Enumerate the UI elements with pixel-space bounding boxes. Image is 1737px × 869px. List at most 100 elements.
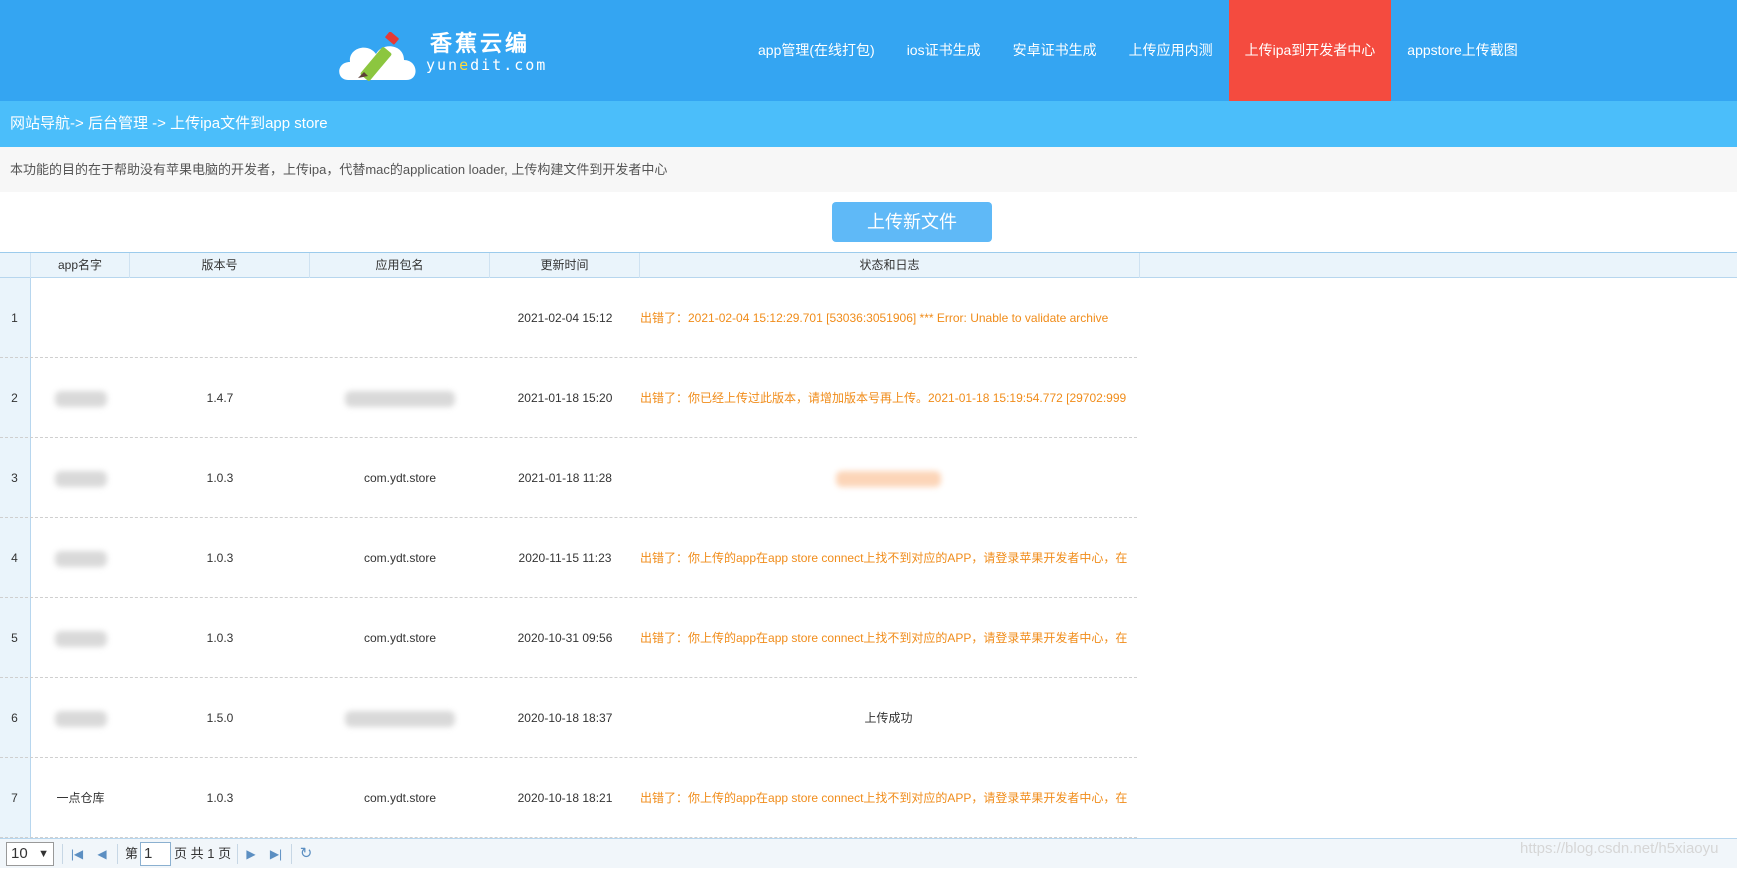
- table-row[interactable]: 3 1.0.3 com.ydt.store 2021-01-18 11:28: [0, 438, 1137, 518]
- update-time-cell: 2020-10-31 09:56: [517, 631, 613, 645]
- nav-item-5[interactable]: appstore上传截图: [1391, 0, 1533, 101]
- page-size-select[interactable]: 10 ▼: [6, 842, 54, 866]
- breadcrumb-separator: ->: [147, 115, 171, 132]
- redacted-text: [54, 710, 107, 727]
- version-cell: 1.0.3: [206, 471, 234, 485]
- update-time-cell: 2021-01-18 11:28: [518, 471, 612, 485]
- status-log-cell: 出错了：2021-02-04 15:12:29.701 [53036:30519…: [640, 311, 1109, 325]
- page-label-prefix: 第: [125, 846, 139, 861]
- table-row[interactable]: 2 1.4.7 2021-01-18 15:20 出错了：你已经上传过此版本，请增加版…: [0, 358, 1137, 438]
- table-row[interactable]: 1 2021-02-04 15:12 出错了：2021-02-04 15:12:29…: [0, 278, 1137, 358]
- divider: [291, 844, 292, 864]
- version-cell: 1.4.7: [206, 391, 234, 405]
- header-package[interactable]: 应用包名: [310, 253, 490, 278]
- cloud-pencil-icon: [339, 32, 416, 81]
- first-page-icon[interactable]: |◀: [68, 844, 86, 864]
- page-total-label: 页 共 1 页: [174, 846, 232, 861]
- header-app-name[interactable]: app名字: [31, 253, 130, 278]
- nav-item-3[interactable]: 上传应用内测: [1113, 0, 1229, 101]
- row-number: 5: [11, 631, 18, 645]
- version-cell: 1.0.3: [206, 631, 234, 645]
- status-log-cell: 出错了：你已经上传过此版本，请增加版本号再上传。2021-01-18 15:19…: [640, 391, 1127, 405]
- package-cell: com.ydt.store: [363, 791, 437, 805]
- brand-logo[interactable]: 香蕉云编 yunedit.com: [334, 22, 545, 82]
- status-log-cell: 出错了：你上传的app在app store connect上找不到对应的APP，…: [640, 551, 1128, 565]
- package-cell: [310, 678, 490, 758]
- table-row[interactable]: 4 1.0.3 com.ydt.store 2020-11-15 11:23 出错了：你…: [0, 518, 1137, 598]
- version-cell: 1.0.3: [206, 791, 234, 805]
- redacted-text: [54, 390, 107, 407]
- last-page-icon[interactable]: ▶|: [267, 844, 285, 864]
- redacted-text: [54, 630, 107, 647]
- upload-history-table: app名字 版本号 应用包名 更新时间 状态和日志 1 2021-02-04 15…: [0, 252, 1737, 838]
- version-cell: 1.0.3: [206, 551, 234, 565]
- update-time-cell: 2021-02-04 15:12: [517, 311, 613, 325]
- feature-description: 本功能的目的在于帮助没有苹果电脑的开发者，上传ipa，代替mac的applica…: [0, 147, 1737, 192]
- update-time-cell: 2020-11-15 11:23: [518, 551, 612, 565]
- package-cell: com.ydt.store: [363, 631, 437, 645]
- divider: [117, 844, 118, 864]
- package-cell: [310, 358, 490, 438]
- app-name-cell: [31, 438, 130, 518]
- status-log-cell: [640, 438, 1137, 518]
- pagination-bar: 10 ▼ |◀ ◀ 第 1 页 共 1 页 ▶ ▶| ↻: [0, 838, 1737, 868]
- status-log-cell: 出错了：你上传的app在app store connect上找不到对应的APP，…: [640, 791, 1128, 805]
- status-log-cell: 出错了：你上传的app在app store connect上找不到对应的APP，…: [640, 631, 1128, 645]
- app-name-cell: 一点仓库: [56, 791, 105, 805]
- redacted-text: [345, 390, 455, 407]
- row-number: 7: [11, 791, 18, 805]
- nav-item-4[interactable]: 上传ipa到开发者中心: [1228, 0, 1392, 101]
- header-status-log[interactable]: 状态和日志: [640, 253, 1140, 278]
- redacted-text: [345, 710, 455, 727]
- header-version[interactable]: 版本号: [130, 253, 310, 278]
- app-name-cell: [31, 358, 130, 438]
- watermark: https://blog.csdn.net/h5xiaoyu: [1520, 840, 1719, 857]
- row-number: 6: [11, 711, 18, 725]
- breadcrumb: 网站导航-> 后台管理 -> 上传ipa文件到app store: [0, 101, 1737, 147]
- update-time-cell: 2021-01-18 15:20: [517, 391, 613, 405]
- update-time-cell: 2020-10-18 18:37: [517, 711, 613, 725]
- app-name-cell: [31, 678, 130, 758]
- row-number: 2: [11, 391, 18, 405]
- redacted-text: [54, 550, 107, 567]
- divider: [62, 844, 63, 864]
- package-cell: com.ydt.store: [363, 551, 437, 565]
- refresh-icon[interactable]: ↻: [297, 844, 315, 864]
- app-name-cell: [31, 598, 130, 678]
- redacted-text: [54, 470, 107, 487]
- main-nav: app管理(在线打包) ios证书生成 安卓证书生成 上传应用内测 上传ipa到开发者中…: [742, 0, 1534, 101]
- breadcrumb-current: 上传ipa文件到app store: [170, 115, 328, 132]
- header-rownum: [0, 253, 31, 278]
- upload-new-file-button[interactable]: 上传新文件: [832, 202, 992, 242]
- brand-subtitle: yunedit.com: [426, 56, 548, 74]
- nav-item-2[interactable]: 安卓证书生成: [997, 0, 1113, 101]
- divider: [237, 844, 238, 864]
- breadcrumb-separator: ->: [70, 115, 88, 132]
- next-page-icon[interactable]: ▶: [242, 844, 260, 864]
- app-name-cell: [31, 278, 130, 358]
- redacted-text: [836, 470, 941, 487]
- breadcrumb-admin-link[interactable]: 后台管理: [88, 115, 148, 132]
- version-cell: 1.5.0: [206, 711, 234, 725]
- row-number: 1: [11, 311, 18, 325]
- table-row[interactable]: 7 一点仓库 1.0.3 com.ydt.store 2020-10-18 18:21 出…: [0, 758, 1137, 838]
- version-cell: [130, 278, 310, 358]
- package-cell: com.ydt.store: [363, 471, 437, 485]
- breadcrumb-home-link[interactable]: 网站导航: [10, 115, 70, 132]
- nav-item-1[interactable]: ios证书生成: [891, 0, 997, 101]
- table-row[interactable]: 6 1.5.0 2020-10-18 18:37 上传成功: [0, 678, 1137, 758]
- app-name-cell: [31, 518, 130, 598]
- brand-title: 香蕉云编: [430, 32, 531, 57]
- header-update-time[interactable]: 更新时间: [490, 253, 640, 278]
- table-row[interactable]: 5 1.0.3 com.ydt.store 2020-10-31 09:56 出错了：你…: [0, 598, 1137, 678]
- update-time-cell: 2020-10-18 18:21: [517, 791, 613, 805]
- page-number-input[interactable]: 1: [140, 842, 171, 866]
- package-cell: [310, 278, 490, 358]
- chevron-down-icon: ▼: [38, 848, 49, 860]
- top-navigation-bar: 香蕉云编 yunedit.com app管理(在线打包) ios证书生成 安卓证书生…: [0, 0, 1737, 101]
- prev-page-icon[interactable]: ◀: [93, 844, 111, 864]
- table-header: app名字 版本号 应用包名 更新时间 状态和日志: [0, 253, 1737, 278]
- status-log-cell: 上传成功: [864, 711, 913, 725]
- nav-item-0[interactable]: app管理(在线打包): [742, 0, 891, 101]
- row-number: 4: [11, 551, 18, 565]
